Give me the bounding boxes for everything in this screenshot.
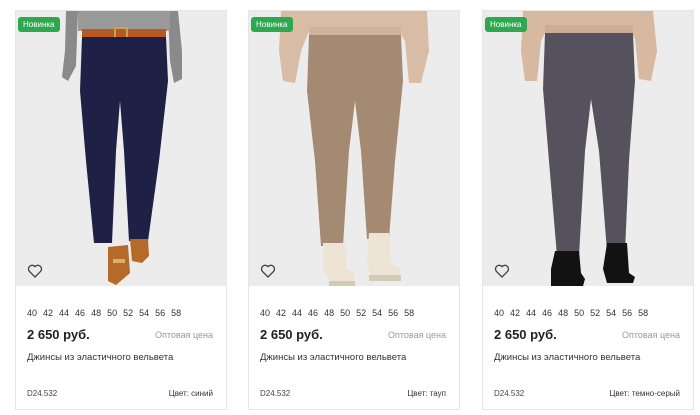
size-option[interactable]: 44: [292, 308, 302, 318]
product-color: Цвет: темно-серый: [609, 389, 680, 398]
size-option[interactable]: 46: [542, 308, 552, 318]
size-option[interactable]: 56: [388, 308, 398, 318]
product-grid: Новинка 40 42 44 46 48 50 52 54 56 58 2 …: [0, 0, 700, 415]
size-option[interactable]: 54: [372, 308, 382, 318]
size-option[interactable]: 58: [171, 308, 181, 318]
product-sku: D24.532: [494, 389, 525, 398]
size-option[interactable]: 54: [139, 308, 149, 318]
size-option[interactable]: 52: [590, 308, 600, 318]
size-option[interactable]: 48: [558, 308, 568, 318]
size-option[interactable]: 44: [59, 308, 69, 318]
size-option[interactable]: 50: [340, 308, 350, 318]
size-option[interactable]: 48: [91, 308, 101, 318]
size-option[interactable]: 40: [27, 308, 37, 318]
product-price: 2 650 руб.: [494, 327, 557, 342]
product-title[interactable]: Джинсы из эластичного вельвета: [27, 352, 173, 363]
size-option[interactable]: 50: [107, 308, 117, 318]
heart-icon[interactable]: [27, 263, 43, 279]
wholesale-price-label: Оптовая цена: [388, 330, 446, 340]
size-list: 40 42 44 46 48 50 52 54 56 58: [494, 308, 648, 318]
product-color: Цвет: синий: [168, 389, 213, 398]
size-option[interactable]: 42: [510, 308, 520, 318]
product-card[interactable]: Новинка 40 42 44 46 48 50 52 54 56 58 2 …: [15, 10, 227, 410]
product-price: 2 650 руб.: [260, 327, 323, 342]
new-badge: Новинка: [251, 17, 293, 32]
size-option[interactable]: 48: [324, 308, 334, 318]
new-badge: Новинка: [18, 17, 60, 32]
product-card[interactable]: Новинка 40 42 44 46 48 50 52 54 56 58 2 …: [248, 10, 460, 410]
size-list: 40 42 44 46 48 50 52 54 56 58: [27, 308, 181, 318]
product-title[interactable]: Джинсы из эластичного вельвета: [260, 352, 406, 363]
product-image[interactable]: Новинка: [249, 11, 459, 286]
new-badge: Новинка: [485, 17, 527, 32]
size-option[interactable]: 46: [75, 308, 85, 318]
size-option[interactable]: 42: [43, 308, 53, 318]
size-option[interactable]: 56: [622, 308, 632, 318]
size-option[interactable]: 52: [123, 308, 133, 318]
size-option[interactable]: 54: [606, 308, 616, 318]
size-option[interactable]: 58: [638, 308, 648, 318]
size-option[interactable]: 50: [574, 308, 584, 318]
size-option[interactable]: 46: [308, 308, 318, 318]
product-title[interactable]: Джинсы из эластичного вельвета: [494, 352, 640, 363]
product-image[interactable]: Новинка: [483, 11, 693, 286]
size-option[interactable]: 52: [356, 308, 366, 318]
size-option[interactable]: 58: [404, 308, 414, 318]
size-option[interactable]: 40: [260, 308, 270, 318]
product-image[interactable]: Новинка: [16, 11, 226, 286]
size-option[interactable]: 42: [276, 308, 286, 318]
product-card[interactable]: Новинка 40 42 44 46 48 50 52 54 56 58 2 …: [482, 10, 694, 410]
product-sku: D24.532: [260, 389, 291, 398]
product-price: 2 650 руб.: [27, 327, 90, 342]
product-sku: D24.532: [27, 389, 58, 398]
size-option[interactable]: 40: [494, 308, 504, 318]
size-list: 40 42 44 46 48 50 52 54 56 58: [260, 308, 414, 318]
heart-icon[interactable]: [260, 263, 276, 279]
product-color: Цвет: тауп: [407, 389, 446, 398]
heart-icon[interactable]: [494, 263, 510, 279]
wholesale-price-label: Оптовая цена: [155, 330, 213, 340]
size-option[interactable]: 44: [526, 308, 536, 318]
wholesale-price-label: Оптовая цена: [622, 330, 680, 340]
size-option[interactable]: 56: [155, 308, 165, 318]
